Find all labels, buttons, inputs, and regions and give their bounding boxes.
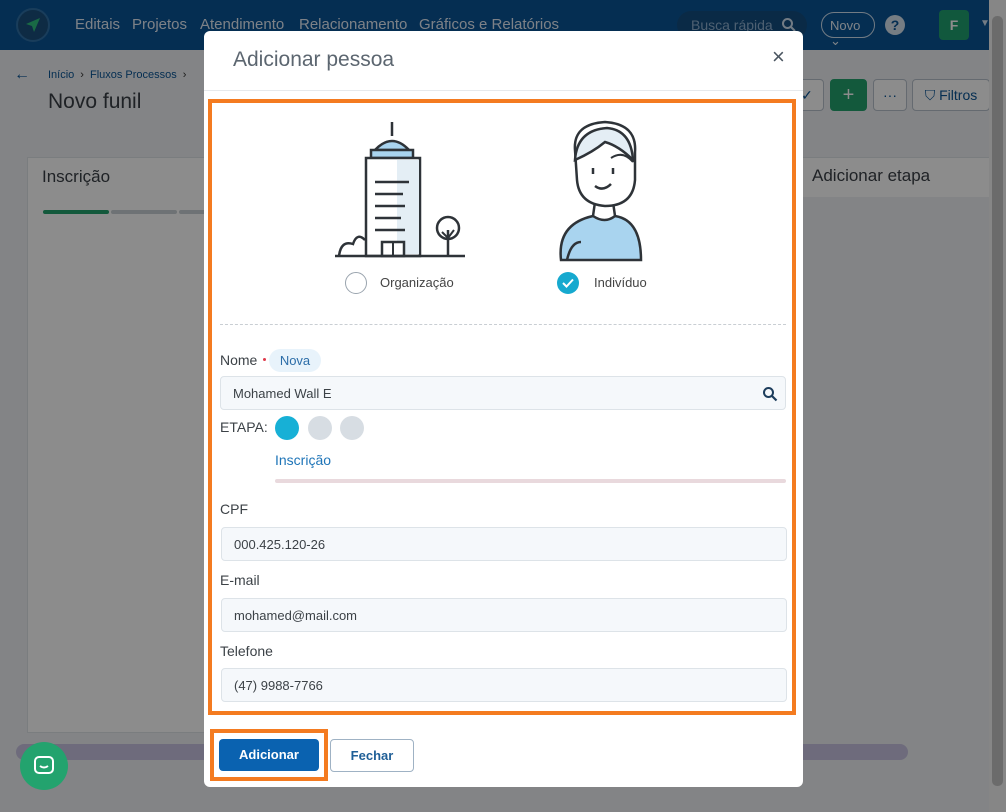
chat-icon [34, 756, 54, 774]
modal-divider [204, 90, 803, 91]
form-highlight-frame [208, 99, 796, 715]
chat-launcher-button[interactable] [20, 742, 68, 790]
close-modal-button[interactable]: Fechar [330, 739, 414, 772]
add-person-button[interactable]: Adicionar [219, 739, 319, 771]
close-icon[interactable]: × [772, 44, 785, 70]
modal-title: Adicionar pessoa [233, 48, 395, 71]
